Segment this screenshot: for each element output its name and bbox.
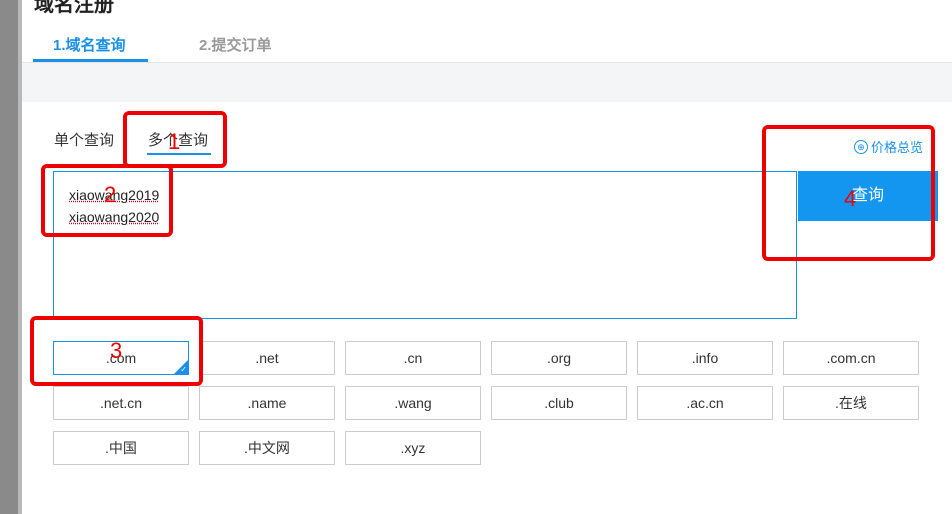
- step-tab-domain-query[interactable]: 1.域名查询: [53, 34, 126, 55]
- tld-label: .club: [544, 395, 574, 411]
- tld-label: .中文网: [244, 440, 290, 456]
- tld-label: .name: [247, 395, 287, 411]
- page-header: [22, 0, 952, 63]
- tld-label: .ac.cn: [686, 395, 724, 411]
- tld-option-org[interactable]: .org: [491, 341, 627, 375]
- domain-line: xiaowang2020: [69, 209, 160, 225]
- active-step-indicator: [33, 59, 148, 62]
- tld-option-xyz[interactable]: .xyz: [345, 431, 481, 465]
- window-left-edge: [0, 0, 20, 514]
- tld-label: .net.cn: [99, 395, 143, 411]
- tld-label: .com.cn: [826, 350, 876, 366]
- tld-label: .在线: [835, 395, 867, 411]
- tld-label: .wang: [394, 395, 432, 411]
- tld-label: .org: [546, 350, 572, 366]
- tld-label: .info: [691, 350, 719, 366]
- tld-option-wang[interactable]: .wang: [345, 386, 481, 420]
- tld-option-zaixian[interactable]: .在线: [783, 386, 919, 420]
- tld-option-ac-cn[interactable]: .ac.cn: [637, 386, 773, 420]
- tld-option-net[interactable]: .net: [199, 341, 335, 375]
- tld-option-info[interactable]: .info: [637, 341, 773, 375]
- tld-label: .cn: [403, 350, 423, 366]
- domain-line: xiaowang2019: [69, 187, 160, 203]
- tld-option-name[interactable]: .name: [199, 386, 335, 420]
- tld-option-zhongwenwang[interactable]: .中文网: [199, 431, 335, 465]
- tld-label: .xyz: [400, 440, 426, 456]
- tab-single-query[interactable]: 单个查询: [54, 129, 114, 150]
- tld-option-net-cn[interactable]: .net.cn: [53, 386, 189, 420]
- tld-option-cn[interactable]: .cn: [345, 341, 481, 375]
- annotation-number-1: 1: [168, 129, 181, 154]
- annotation-number-3: 3: [110, 338, 123, 363]
- annotation-number-4: 4: [844, 186, 857, 211]
- tld-label: .中国: [105, 440, 137, 456]
- step-tab-submit-order[interactable]: 2.提交订单: [199, 34, 272, 55]
- tld-option-club[interactable]: .club: [491, 386, 627, 420]
- tld-option-com-cn[interactable]: .com.cn: [783, 341, 919, 375]
- tld-option-zhongguo[interactable]: .中国: [53, 431, 189, 465]
- page-title: 域名注册: [34, 0, 114, 16]
- tld-label: .net: [255, 350, 279, 366]
- annotation-number-2: 2: [104, 182, 117, 207]
